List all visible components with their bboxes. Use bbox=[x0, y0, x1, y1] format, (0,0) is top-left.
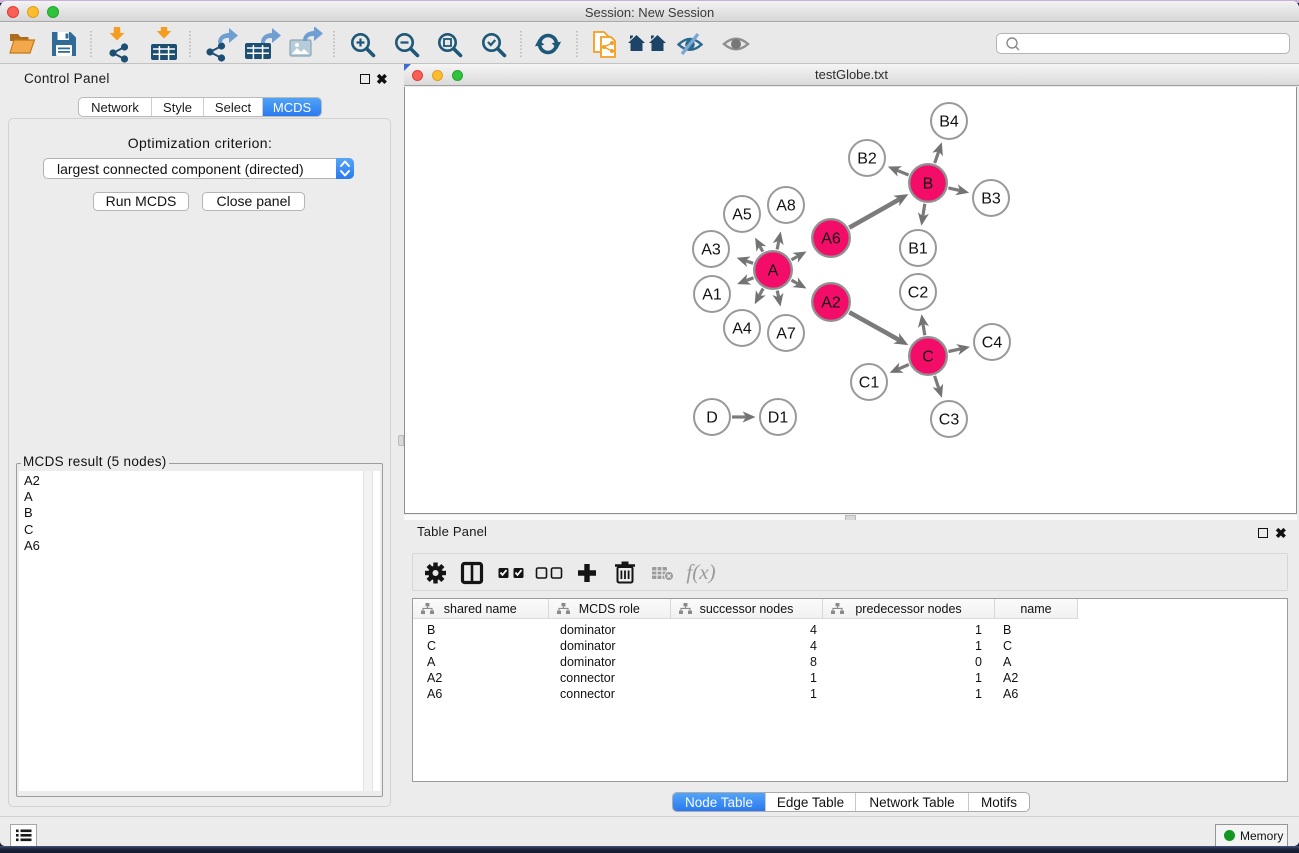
svg-text:D: D bbox=[706, 410, 718, 427]
svg-text:B2: B2 bbox=[857, 151, 877, 168]
svg-text:C3: C3 bbox=[939, 412, 960, 429]
svg-text:A5: A5 bbox=[732, 207, 752, 224]
svg-text:A4: A4 bbox=[732, 321, 752, 338]
svg-text:A1: A1 bbox=[702, 287, 722, 304]
svg-text:A8: A8 bbox=[776, 198, 796, 215]
svg-text:B3: B3 bbox=[981, 191, 1001, 208]
svg-text:f(x): f(x) bbox=[686, 560, 715, 584]
svg-text:A3: A3 bbox=[701, 242, 721, 259]
svg-text:A6: A6 bbox=[821, 231, 841, 248]
svg-text:C2: C2 bbox=[908, 285, 929, 302]
svg-text:C: C bbox=[922, 349, 934, 366]
svg-text:C1: C1 bbox=[859, 375, 880, 392]
svg-text:D1: D1 bbox=[768, 410, 789, 427]
svg-text:A: A bbox=[768, 263, 779, 280]
svg-text:A7: A7 bbox=[776, 326, 796, 343]
svg-text:B: B bbox=[923, 176, 934, 193]
svg-text:B1: B1 bbox=[908, 241, 928, 258]
svg-text:A2: A2 bbox=[821, 295, 841, 312]
svg-text:B4: B4 bbox=[939, 114, 959, 131]
svg-text:C4: C4 bbox=[982, 335, 1003, 352]
